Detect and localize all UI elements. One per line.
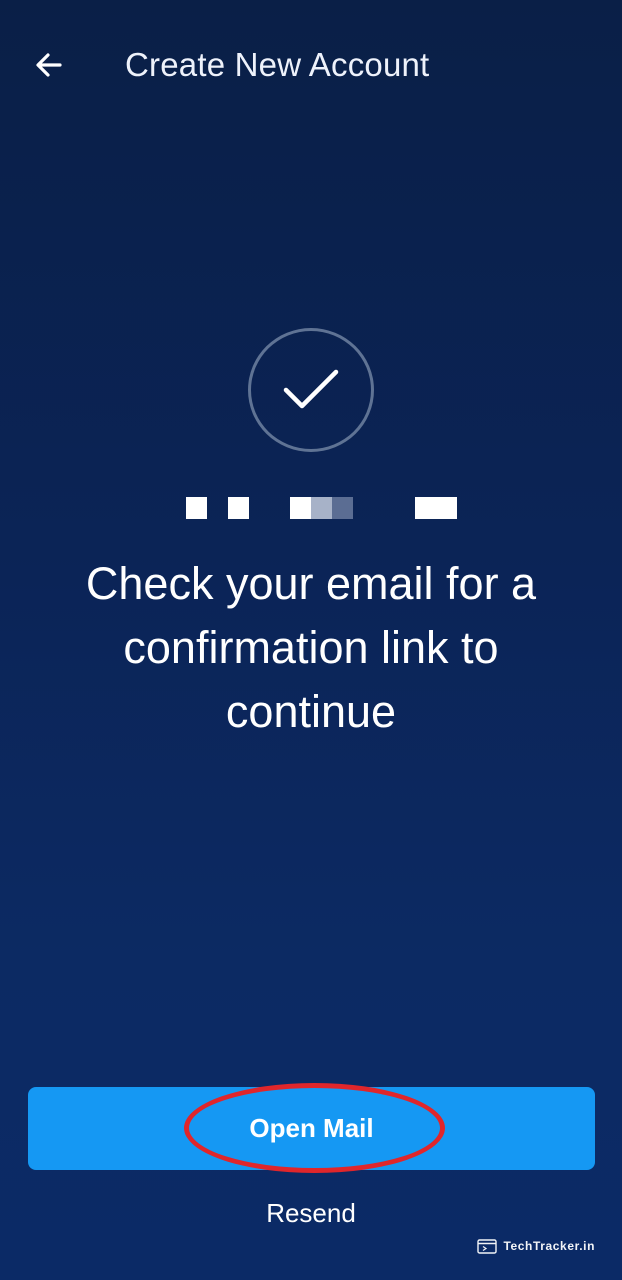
arrow-left-icon — [36, 53, 62, 77]
redacted-email-address — [186, 497, 458, 519]
app-bar: Create New Account — [0, 0, 622, 130]
open-mail-button[interactable]: Open Mail — [28, 1087, 595, 1170]
resend-button[interactable]: Resend — [211, 1192, 411, 1234]
watermark-text: TechTracker.in — [503, 1239, 595, 1253]
resend-label: Resend — [266, 1197, 356, 1228]
checkmark-icon — [283, 369, 339, 409]
back-button[interactable] — [26, 42, 72, 88]
success-status — [248, 328, 374, 452]
confirmation-message: Check your email for a confirmation link… — [85, 558, 537, 737]
browser-window-icon — [477, 1238, 498, 1254]
page-title: Create New Account — [125, 46, 430, 83]
open-mail-label: Open Mail — [249, 1113, 374, 1143]
watermark: TechTracker.in — [477, 1237, 595, 1255]
